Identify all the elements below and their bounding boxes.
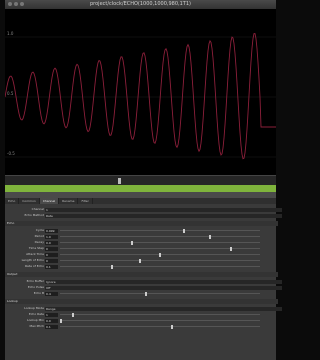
param-row: Lookup Mode Range [5, 306, 282, 311]
param-slider[interactable] [60, 228, 260, 233]
param-label: Lookup Min [26, 318, 44, 322]
param-value-field[interactable]: 0.999 [45, 228, 58, 233]
window-title: project/clock/ECHO(1000,1000,980,1T1) [90, 1, 191, 7]
param-value-field[interactable]: 1 [45, 312, 58, 317]
section-header[interactable]: Echo [5, 221, 278, 226]
param-slider[interactable] [60, 246, 260, 251]
param-label: Echo Buffer [26, 279, 44, 283]
param-menu[interactable]: 1 [45, 207, 282, 212]
param-row: Attack Time 0 [5, 252, 276, 257]
param-row: Decay 0.0 [5, 240, 276, 245]
param-label: Decay [34, 240, 44, 244]
param-label: Echo Rate [28, 312, 44, 316]
slider-handle[interactable] [159, 252, 161, 257]
slider-handle[interactable] [60, 318, 62, 323]
param-row: Rate of Echo 0.1 [5, 264, 276, 269]
waveform-line [5, 33, 276, 160]
param-menu[interactable]: Ignore [45, 279, 282, 284]
timeline-scrubber[interactable] [118, 178, 121, 184]
y-label-top: 1.0 [7, 31, 14, 36]
param-label: Channel [31, 207, 44, 211]
param-slider[interactable] [60, 252, 260, 257]
param-row: Lookup Min 0.0 [5, 318, 276, 323]
slider-handle[interactable] [230, 246, 233, 251]
title-bar: project/clock/ECHO(1000,1000,980,1T1) [5, 0, 276, 9]
param-value-field[interactable]: 1.0 [45, 234, 58, 239]
param-slider[interactable] [60, 318, 260, 323]
bottom-area [5, 334, 276, 360]
param-value-field[interactable]: 0 [45, 246, 58, 251]
slider-handle[interactable] [208, 234, 211, 239]
param-slider[interactable] [60, 258, 260, 263]
param-label: Echo Method [24, 213, 45, 217]
param-row: Echo Buffer Ignore [5, 279, 282, 284]
zoom-window-button[interactable] [20, 2, 24, 6]
slider-handle[interactable] [111, 264, 114, 269]
slider-handle[interactable] [182, 228, 185, 233]
param-value-field[interactable]: 0.0 [45, 240, 58, 245]
y-label-bottom: -0.5 [7, 151, 15, 156]
param-row: Channel 1 [5, 207, 282, 212]
param-slider[interactable] [60, 291, 260, 296]
param-slider[interactable] [60, 234, 260, 239]
slider-handle[interactable] [170, 324, 173, 329]
param-slider[interactable] [60, 312, 260, 317]
param-row: Length of Echo 0 [5, 258, 276, 263]
param-label: Period [34, 234, 44, 238]
section-header[interactable]: Output [5, 272, 278, 277]
param-label: Cycle [35, 228, 44, 232]
param-label: Time Step [28, 246, 44, 250]
param-row: Echo B 0.4 [5, 291, 276, 296]
param-value-field[interactable]: 0 [45, 252, 58, 257]
param-label: Echo B [33, 291, 44, 295]
param-menu[interactable]: Off [45, 285, 282, 290]
param-slider[interactable] [60, 264, 260, 269]
param-value-field[interactable]: 0.0 [45, 318, 58, 323]
parameter-panel: Channel 1 Echo Method Rate Echo Cycle 0.999 Per… [5, 204, 282, 334]
param-label: Attack Time [26, 252, 44, 256]
param-row: Echo Rate 1 [5, 312, 276, 317]
param-row: Echo Pulse Off [5, 285, 282, 290]
node-header-bar: chan echo [5, 185, 276, 201]
param-row: Echo Method Rate [5, 213, 282, 218]
param-label: Max Pitch [29, 324, 44, 328]
param-menu[interactable]: Range [45, 306, 282, 311]
param-value-field[interactable]: 0 [45, 258, 58, 263]
y-label-middle: 0.5 [7, 91, 14, 96]
minimize-window-button[interactable] [14, 2, 18, 6]
param-value-field[interactable]: 0.1 [45, 264, 58, 269]
param-row: Cycle 0.999 [5, 228, 276, 233]
param-label: Rate of Echo [25, 264, 44, 268]
waveform-graph: 1.0 0.5 -0.5 [5, 31, 276, 160]
param-value-field[interactable]: 0.1 [45, 324, 58, 329]
param-row: Time Step 0 [5, 246, 276, 251]
close-window-button[interactable] [8, 2, 12, 6]
app-window: project/clock/ECHO(1000,1000,980,1T1) 1.… [5, 0, 282, 360]
param-slider[interactable] [60, 240, 260, 245]
slider-handle[interactable] [145, 291, 148, 296]
param-slider[interactable] [60, 324, 260, 329]
slider-handle[interactable] [71, 312, 74, 317]
section-header[interactable]: Lookup [5, 299, 278, 304]
waveform-viewer[interactable]: 1.0 0.5 -0.5 [5, 9, 276, 175]
param-label: Echo Pulse [27, 285, 44, 289]
param-label: Lookup Mode [24, 306, 44, 310]
param-value-field[interactable]: 0.4 [45, 291, 58, 296]
slider-handle[interactable] [131, 240, 134, 245]
slider-handle[interactable] [139, 258, 142, 263]
param-menu[interactable]: Rate [45, 213, 282, 218]
param-label: Length of Echo [21, 258, 44, 262]
param-row: Max Pitch 0.1 [5, 324, 276, 329]
param-row: Period 1.0 [5, 234, 276, 239]
